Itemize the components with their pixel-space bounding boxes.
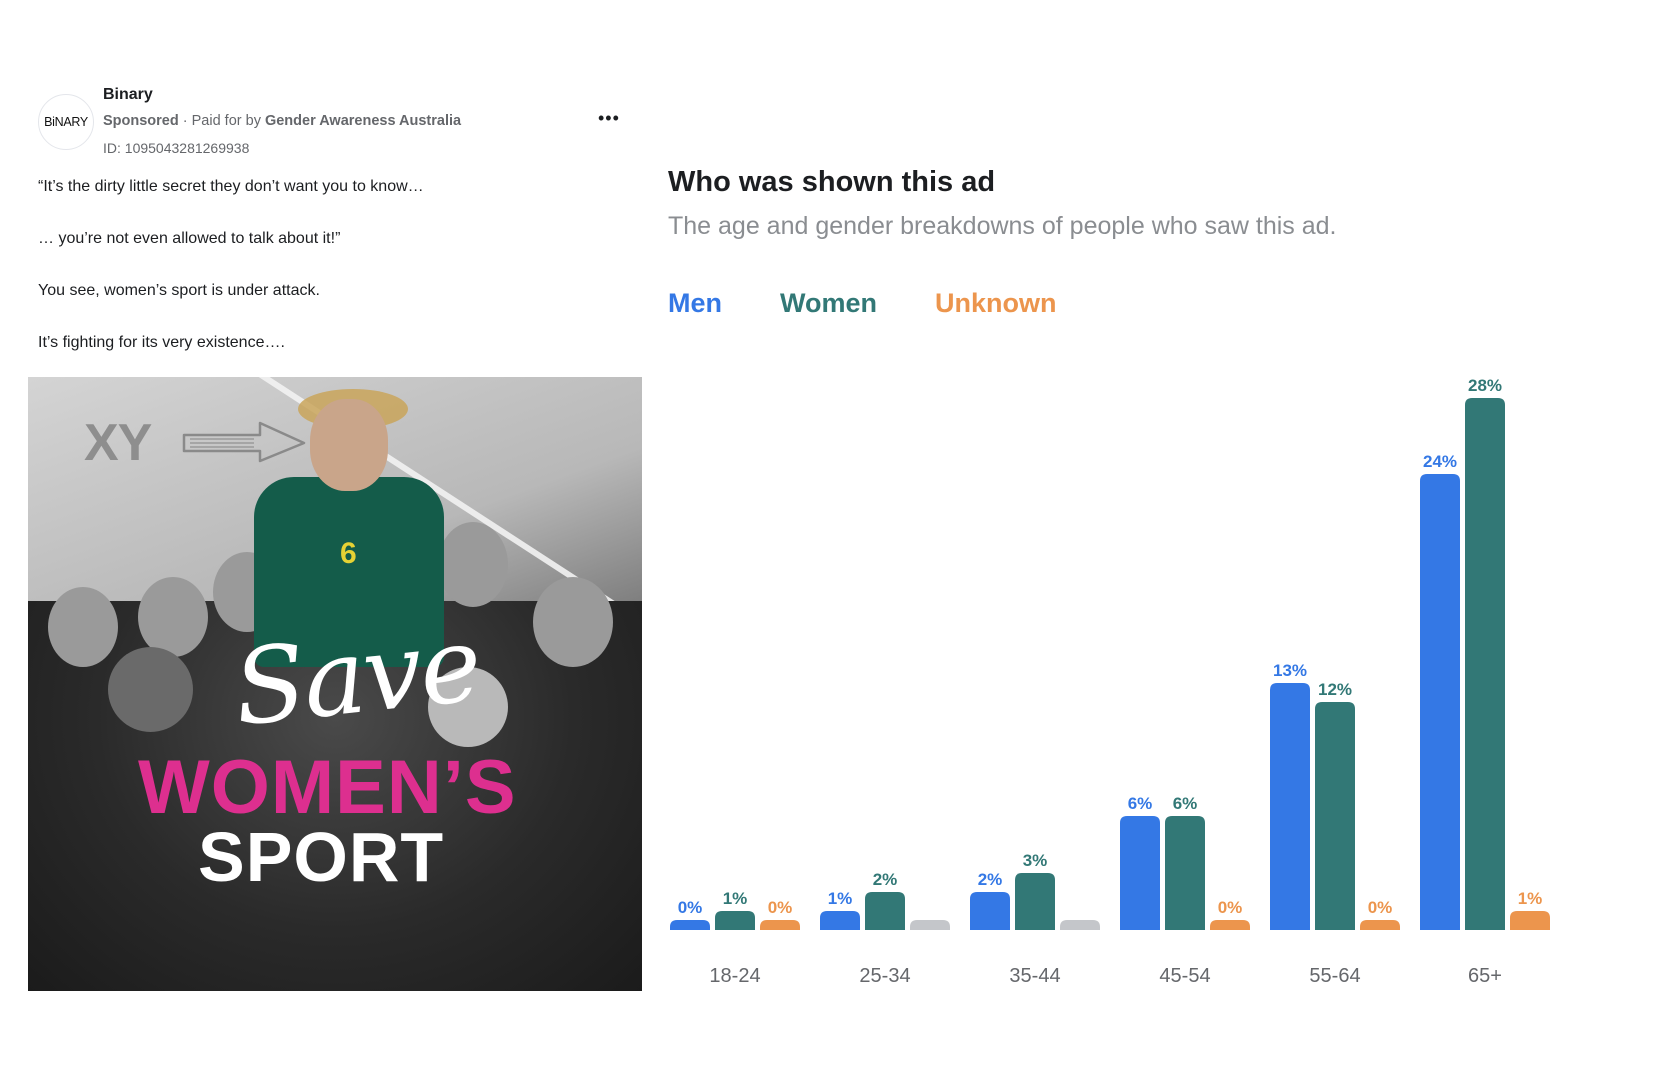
post-header: BiNARY Binary Sponsored · Paid for by Ge… <box>28 84 642 164</box>
bar-unknown-45-54[interactable] <box>1210 920 1250 930</box>
bar-value-label: 28% <box>1468 376 1502 395</box>
ellipsis-icon: ••• <box>598 108 620 128</box>
bar-women-25-34[interactable] <box>865 892 905 930</box>
ad-post: BiNARY Binary Sponsored · Paid for by Ge… <box>28 84 642 991</box>
bar-group-65+: 24% 28% 1% 65+ <box>1420 376 1550 987</box>
player-head <box>138 577 208 657</box>
bar-value-label: 12% <box>1318 680 1352 699</box>
bar-value-label: 0% <box>1368 898 1393 917</box>
bar-unknown-55-64[interactable] <box>1360 920 1400 930</box>
bar-unknown-35-44[interactable] <box>1060 920 1100 930</box>
age-category-label: 65+ <box>1468 965 1502 987</box>
player-head <box>438 522 508 607</box>
bar-women-35-44[interactable] <box>1015 873 1055 930</box>
bar-value-label: 0% <box>678 898 703 917</box>
bar-men-18-24[interactable] <box>670 920 710 930</box>
central-player-head <box>310 399 388 491</box>
bar-women-18-24[interactable] <box>715 911 755 930</box>
bar-value-label: 24% <box>1423 452 1457 471</box>
bar-value-label: 0% <box>1218 898 1243 917</box>
bar-value-label: 0% <box>768 898 793 917</box>
post-paragraph: … you’re not even allowed to talk about … <box>38 230 341 247</box>
bar-value-label: 2% <box>873 870 898 889</box>
bar-men-25-34[interactable] <box>820 911 860 930</box>
jersey-number: 6 <box>340 537 357 570</box>
sketch-arrow-icon <box>182 421 306 463</box>
bar-value-label: 2% <box>978 870 1003 889</box>
post-body: “It’s the dirty little secret they don’t… <box>28 176 642 354</box>
bar-unknown-18-24[interactable] <box>760 920 800 930</box>
bar-group-35-44: 2% 3% 35-44 <box>970 851 1100 987</box>
post-paragraph: It’s fighting for its very existence…. <box>38 334 285 351</box>
age-category-label: 35-44 <box>1009 965 1060 987</box>
player-head <box>48 587 118 667</box>
bar-group-45-54: 6% 6% 0% 45-54 <box>1120 794 1250 987</box>
bar-value-label: 3% <box>1023 851 1048 870</box>
bar-value-label: 1% <box>723 889 748 908</box>
age-category-label: 45-54 <box>1159 965 1210 987</box>
save-text: Save <box>228 602 486 750</box>
bar-women-45-54[interactable] <box>1165 816 1205 930</box>
sponsored-line: Sponsored · Paid for by Gender Awareness… <box>103 113 461 129</box>
more-options-button[interactable]: ••• <box>598 108 620 129</box>
sport-text: SPORT <box>198 818 445 896</box>
xy-text: XY <box>84 414 152 472</box>
audience-chart-panel: Who was shown this ad The age and gender… <box>668 166 1648 1036</box>
meta-separator: · <box>178 113 192 129</box>
player-head <box>108 647 193 732</box>
bar-men-65+[interactable] <box>1420 474 1460 930</box>
sponsored-label: Sponsored <box>103 113 179 129</box>
post-paragraph: You see, women’s sport is under attack. <box>38 282 320 299</box>
bar-value-label: 13% <box>1273 661 1307 680</box>
age-category-label: 18-24 <box>709 965 760 987</box>
avatar-logo-text: BiNARY <box>44 115 88 129</box>
bar-group-55-64: 13% 12% 0% 55-64 <box>1270 661 1400 987</box>
page-avatar[interactable]: BiNARY <box>38 94 94 150</box>
paid-for-prefix: Paid for by <box>191 113 265 129</box>
player-head <box>533 577 613 667</box>
bar-value-label: 6% <box>1173 794 1198 813</box>
bar-men-35-44[interactable] <box>970 892 1010 930</box>
bar-chart: 0% 1% 0% 18-24 1% 2% 25-34 2% 3% 35-44 6% 6% 0% 45-54… <box>670 376 1550 987</box>
bar-value-label: 1% <box>1518 889 1543 908</box>
ad-creative-image[interactable]: 6 XY Save WOMEN’S SPORT <box>28 377 642 991</box>
bar-men-45-54[interactable] <box>1120 816 1160 930</box>
paid-for-by-link[interactable]: Gender Awareness Australia <box>265 113 461 129</box>
bar-women-65+[interactable] <box>1465 398 1505 930</box>
bar-men-55-64[interactable] <box>1270 683 1310 930</box>
bar-unknown-25-34[interactable] <box>910 920 950 930</box>
bar-unknown-65+[interactable] <box>1510 911 1550 930</box>
bar-value-label: 6% <box>1128 794 1153 813</box>
page-name-link[interactable]: Binary <box>103 86 153 104</box>
bar-group-25-34: 1% 2% 25-34 <box>820 870 950 987</box>
age-category-label: 55-64 <box>1309 965 1360 987</box>
bar-women-55-64[interactable] <box>1315 702 1355 930</box>
bar-value-label: 1% <box>828 889 853 908</box>
age-category-label: 25-34 <box>859 965 910 987</box>
post-paragraph: “It’s the dirty little secret they don’t… <box>38 178 424 195</box>
ad-id: ID: 1095043281269938 <box>103 140 250 156</box>
bar-group-18-24: 0% 1% 0% 18-24 <box>670 889 800 987</box>
